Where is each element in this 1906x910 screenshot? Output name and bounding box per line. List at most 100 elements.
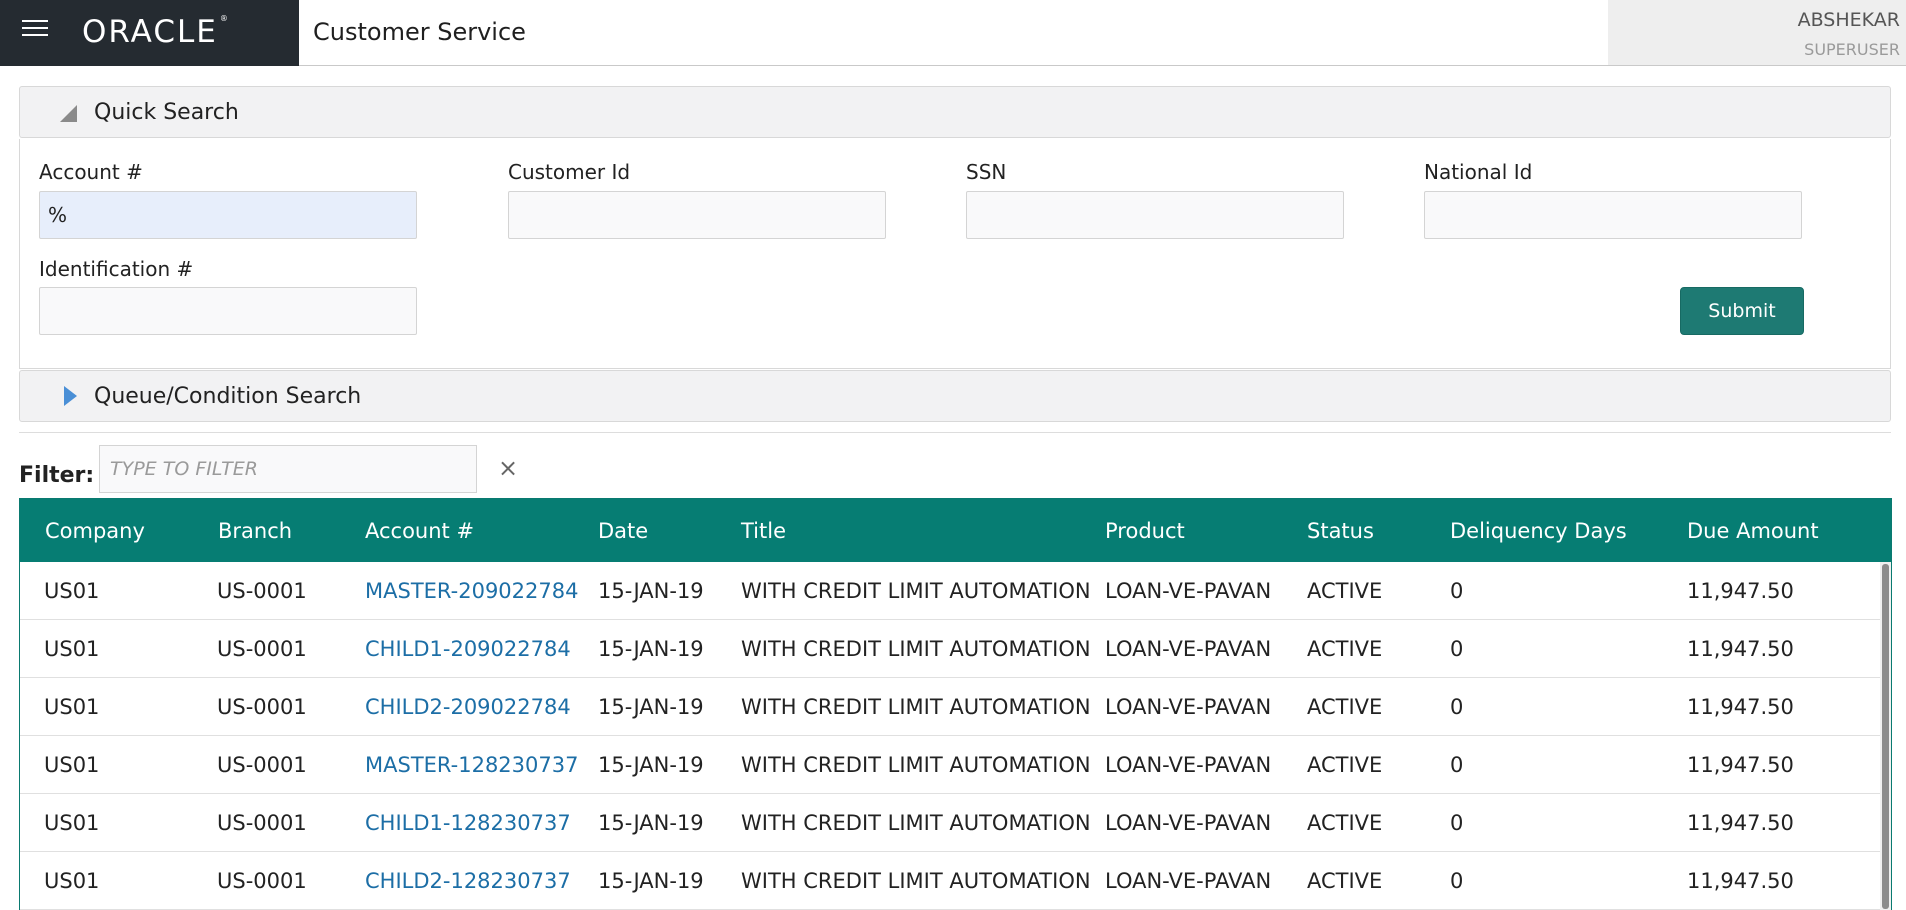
table-row[interactable]: US01 US-0001 CHILD2-128230737 15-JAN-19 … [20,852,1880,910]
cell-product: LOAN-VE-PAVAN [1105,579,1272,603]
cell-product: LOAN-VE-PAVAN [1105,695,1272,719]
column-header-due-amount[interactable]: Due Amount [1687,519,1819,543]
account-input[interactable] [39,191,417,239]
filter-input[interactable] [99,445,477,493]
cell-company: US01 [44,753,100,777]
cell-due-amount: 11,947.50 [1687,869,1794,893]
column-header-status[interactable]: Status [1307,519,1374,543]
column-header-account[interactable]: Account # [365,519,474,543]
quick-search-title: Quick Search [94,100,239,125]
table-row[interactable]: US01 US-0001 CHILD2-209022784 15-JAN-19 … [20,678,1880,736]
table-row[interactable]: US01 US-0001 CHILD1-209022784 15-JAN-19 … [20,620,1880,678]
column-header-date[interactable]: Date [598,519,648,543]
results-table: Company Branch Account # Date Title Prod… [19,498,1892,910]
clear-filter-icon[interactable]: × [498,454,518,482]
cell-branch: US-0001 [217,869,307,893]
account-link[interactable]: CHILD1-128230737 [365,811,571,835]
cell-delinquency-days: 0 [1450,811,1464,835]
customer-id-label: Customer Id [508,160,631,184]
cell-product: LOAN-VE-PAVAN [1105,869,1272,893]
cell-title: WITH CREDIT LIMIT AUTOMATION [741,753,1091,777]
user-name: ABSHEKAR [1797,9,1900,31]
column-header-product[interactable]: Product [1105,519,1185,543]
cell-status: ACTIVE [1307,695,1383,719]
cell-delinquency-days: 0 [1450,753,1464,777]
national-id-label: National Id [1424,160,1533,184]
cell-product: LOAN-VE-PAVAN [1105,637,1272,661]
customer-id-input[interactable] [508,191,886,239]
app-title: Customer Service [313,18,526,46]
cell-product: LOAN-VE-PAVAN [1105,811,1272,835]
cell-company: US01 [44,695,100,719]
cell-date: 15-JAN-19 [598,811,704,835]
cell-status: ACTIVE [1307,637,1383,661]
table-row[interactable]: US01 US-0001 CHILD1-128230737 15-JAN-19 … [20,794,1880,852]
cell-due-amount: 11,947.50 [1687,579,1794,603]
cell-status: ACTIVE [1307,811,1383,835]
collapse-triangle-icon [60,105,77,122]
column-header-delinquency-days[interactable]: Deliquency Days [1450,519,1627,543]
cell-date: 15-JAN-19 [598,753,704,777]
cell-title: WITH CREDIT LIMIT AUTOMATION [741,579,1091,603]
submit-button[interactable]: Submit [1680,287,1804,335]
table-row[interactable]: US01 US-0001 MASTER-128230737 15-JAN-19 … [20,736,1880,794]
cell-branch: US-0001 [217,579,307,603]
cell-title: WITH CREDIT LIMIT AUTOMATION [741,811,1091,835]
divider [19,432,1891,433]
cell-date: 15-JAN-19 [598,579,704,603]
ssn-input[interactable] [966,191,1344,239]
column-header-title[interactable]: Title [741,519,786,543]
filter-label: Filter: [19,463,95,488]
column-header-branch[interactable]: Branch [218,519,292,543]
queue-condition-search-header[interactable]: Queue/Condition Search [19,370,1891,422]
expand-triangle-icon [64,386,77,406]
cell-company: US01 [44,869,100,893]
cell-title: WITH CREDIT LIMIT AUTOMATION [741,869,1091,893]
cell-branch: US-0001 [217,637,307,661]
cell-company: US01 [44,811,100,835]
account-label: Account # [39,160,143,184]
cell-branch: US-0001 [217,811,307,835]
user-menu[interactable]: ABSHEKAR SUPERUSER [1608,0,1906,65]
cell-delinquency-days: 0 [1450,869,1464,893]
quick-search-header[interactable]: Quick Search [19,86,1891,138]
cell-status: ACTIVE [1307,579,1383,603]
cell-status: ACTIVE [1307,753,1383,777]
cell-date: 15-JAN-19 [598,637,704,661]
cell-title: WITH CREDIT LIMIT AUTOMATION [741,695,1091,719]
account-link[interactable]: MASTER-209022784 [365,579,578,603]
cell-delinquency-days: 0 [1450,637,1464,661]
top-bar: ORACLE ® Customer Service ABSHEKAR SUPERU… [0,0,1906,66]
oracle-logo: ORACLE ® [82,14,230,50]
hamburger-menu-icon[interactable] [22,20,48,42]
cell-title: WITH CREDIT LIMIT AUTOMATION [741,637,1091,661]
cell-delinquency-days: 0 [1450,695,1464,719]
scrollbar-thumb[interactable] [1882,564,1889,909]
cell-status: ACTIVE [1307,869,1383,893]
cell-company: US01 [44,637,100,661]
cell-due-amount: 11,947.50 [1687,695,1794,719]
cell-product: LOAN-VE-PAVAN [1105,753,1272,777]
account-link[interactable]: CHILD2-128230737 [365,869,571,893]
table-header: Company Branch Account # Date Title Prod… [20,499,1891,562]
cell-date: 15-JAN-19 [598,869,704,893]
queue-condition-search-title: Queue/Condition Search [94,384,362,409]
cell-company: US01 [44,579,100,603]
cell-due-amount: 11,947.50 [1687,637,1794,661]
cell-branch: US-0001 [217,695,307,719]
account-link[interactable]: MASTER-128230737 [365,753,578,777]
cell-branch: US-0001 [217,753,307,777]
cell-date: 15-JAN-19 [598,695,704,719]
table-row[interactable]: US01 US-0001 MASTER-209022784 15-JAN-19 … [20,562,1880,620]
account-link[interactable]: CHILD2-209022784 [365,695,571,719]
ssn-label: SSN [966,160,1007,184]
vertical-scrollbar[interactable] [1880,562,1891,910]
national-id-input[interactable] [1424,191,1802,239]
account-link[interactable]: CHILD1-209022784 [365,637,571,661]
column-header-company[interactable]: Company [45,519,145,543]
identification-input[interactable] [39,287,417,335]
cell-delinquency-days: 0 [1450,579,1464,603]
identification-label: Identification # [39,257,194,281]
cell-due-amount: 11,947.50 [1687,753,1794,777]
cell-due-amount: 11,947.50 [1687,811,1794,835]
